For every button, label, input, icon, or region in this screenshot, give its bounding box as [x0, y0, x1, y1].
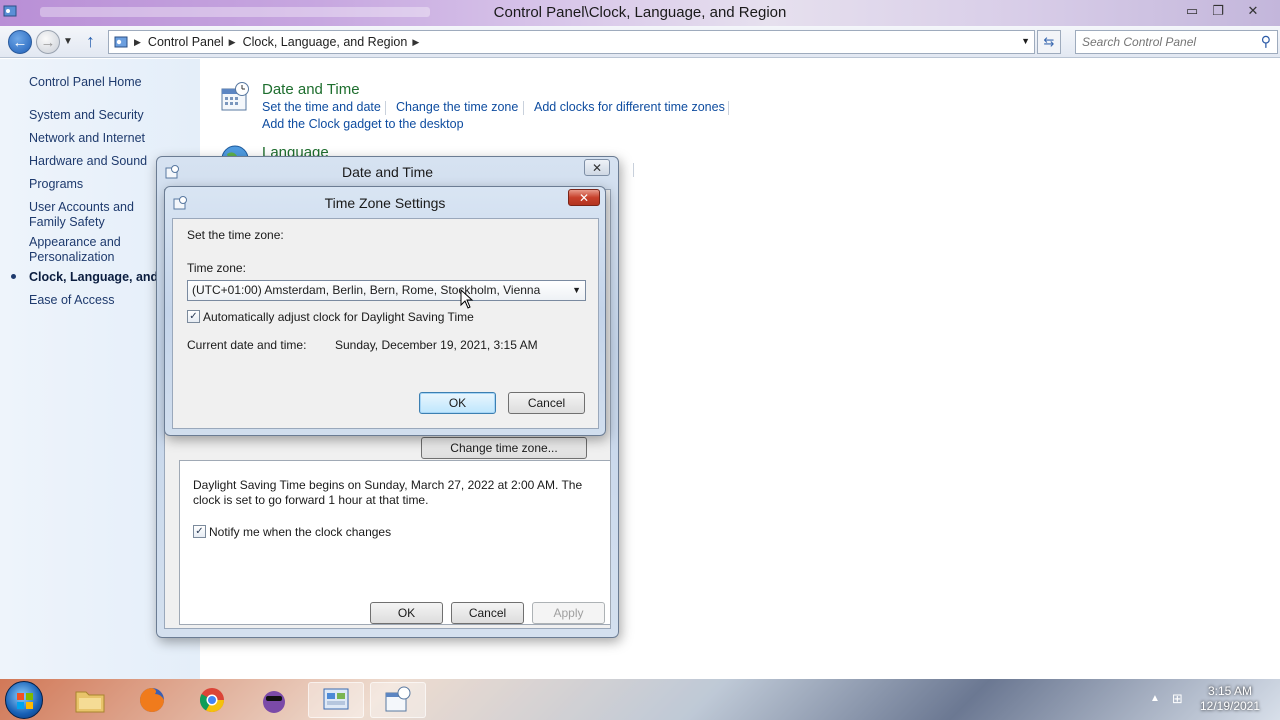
task-change-time-zone[interactable]: Change the time zone	[396, 100, 518, 114]
time-zone-dialog-title: Time Zone Settings	[324, 195, 446, 211]
show-hidden-icons[interactable]: ▲	[1150, 693, 1160, 704]
chrome-icon	[199, 688, 224, 713]
network-icon[interactable]: ⊞	[1172, 691, 1183, 707]
window-title-bar: Control Panel\Clock, Language, and Regio…	[0, 0, 1280, 26]
task-divider	[728, 101, 729, 115]
time-zone-settings-dialog: Time Zone Settings ✕ Set the time zone: …	[164, 186, 606, 436]
breadcrumb-clock-language-region[interactable]: Clock, Language, and Region	[243, 35, 408, 49]
calendar-clock-icon	[221, 82, 249, 111]
back-button[interactable]: ←	[8, 30, 32, 54]
recent-pages-dropdown[interactable]: ▼	[63, 36, 73, 47]
folder-icon	[75, 691, 105, 713]
windows-logo-icon	[17, 693, 33, 709]
auto-dst-checkbox[interactable]: ✓	[187, 310, 200, 323]
current-category-bullet	[11, 274, 16, 279]
time-zone-label: Time zone:	[187, 261, 246, 275]
taskbar-time: 3:15 AM	[1207, 684, 1253, 698]
nav-clock-language-region[interactable]: Clock, Language, and Region	[29, 270, 164, 285]
notify-checkbox[interactable]: ✓	[193, 525, 206, 538]
task-add-clock-gadget[interactable]: Add the Clock gadget to the desktop	[262, 117, 464, 131]
taskbar-date-time[interactable]	[370, 682, 426, 718]
current-date-time-label: Current date and time:	[187, 338, 307, 352]
nav-control-panel-home[interactable]: Control Panel Home	[29, 75, 199, 90]
search-box[interactable]: ⚲	[1075, 30, 1278, 54]
up-arrow-icon[interactable]: ↑	[86, 31, 95, 52]
auto-dst-label[interactable]: Automatically adjust clock for Daylight …	[203, 310, 474, 324]
chevron-right-icon[interactable]: ▶	[412, 37, 419, 48]
current-date-time-value: Sunday, December 19, 2021, 3:15 AM	[335, 338, 538, 352]
dt-cancel-button[interactable]: Cancel	[451, 602, 524, 624]
refresh-icon: ⇆	[1043, 34, 1055, 49]
mouse-cursor-icon	[460, 289, 474, 309]
taskbar-firefox[interactable]	[124, 682, 180, 718]
purple-gorilla-icon	[263, 691, 285, 713]
date-time-close-button[interactable]: ✕	[584, 159, 610, 176]
dst-info-text-line2: clock is set to go forward 1 hour at tha…	[193, 493, 429, 507]
control-panel-icon	[114, 36, 128, 48]
dt-apply-button[interactable]: Apply	[532, 602, 605, 624]
nav-appearance[interactable]: Appearance and Personalization	[29, 235, 139, 265]
search-icon[interactable]: ⚲	[1261, 33, 1271, 50]
close-window-button[interactable]: ✕	[1240, 1, 1266, 21]
time-zone-dialog-body: Set the time zone: Time zone: (UTC+01:00…	[172, 218, 599, 429]
taskbar-clock[interactable]: 3:15 AM 12/19/2021	[1190, 684, 1270, 714]
chevron-down-icon[interactable]: ▼	[572, 281, 581, 300]
time-zone-dropdown[interactable]: (UTC+01:00) Amsterdam, Berlin, Bern, Rom…	[187, 280, 586, 301]
task-divider	[385, 101, 386, 115]
taskbar-explorer[interactable]	[62, 682, 118, 718]
dt-ok-button[interactable]: OK	[370, 602, 443, 624]
dst-info-text-line1: Daylight Saving Time begins on Sunday, M…	[193, 478, 583, 492]
tz-cancel-button[interactable]: Cancel	[508, 392, 585, 414]
nav-user-accounts[interactable]: User Accounts and Family Safety	[29, 200, 164, 230]
change-time-zone-button[interactable]: Change time zone...	[421, 437, 587, 459]
control-panel-icon	[323, 688, 349, 710]
nav-system-security[interactable]: System and Security	[29, 108, 199, 123]
task-divider	[523, 101, 524, 115]
chevron-right-icon[interactable]: ▶	[134, 37, 141, 48]
taskbar-date: 12/19/2021	[1199, 699, 1261, 713]
search-input[interactable]	[1076, 31, 1246, 53]
notify-label[interactable]: Notify me when the clock changes	[209, 525, 391, 539]
chevron-right-icon[interactable]: ▶	[229, 37, 236, 48]
nav-network-internet[interactable]: Network and Internet	[29, 131, 199, 146]
restore-button[interactable]: ❐	[1205, 1, 1231, 21]
task-add-clocks[interactable]: Add clocks for different time zones	[534, 100, 725, 114]
set-time-zone-label: Set the time zone:	[187, 228, 284, 242]
minimize-button[interactable]: ▭	[1179, 1, 1205, 21]
time-zone-close-button[interactable]: ✕	[568, 189, 600, 206]
window-title: Control Panel\Clock, Language, and Regio…	[493, 4, 787, 21]
close-icon: ✕	[578, 190, 590, 205]
date-time-dialog-title: Date and Time	[341, 164, 434, 180]
back-arrow-icon: ←	[12, 33, 28, 51]
refresh-button[interactable]: ⇆	[1037, 30, 1061, 54]
taskbar-control-panel[interactable]	[308, 682, 364, 718]
task-set-time-date[interactable]: Set the time and date	[262, 100, 381, 114]
taskbar-chrome[interactable]	[184, 682, 240, 718]
chevron-down-icon[interactable]: ▼	[1021, 36, 1030, 46]
address-bar: ← → ▼ ↑ ▶ Control Panel ▶ Clock, Languag…	[0, 26, 1280, 58]
category-date-time-title[interactable]: Date and Time	[262, 81, 360, 98]
taskbar-app-purple[interactable]	[246, 682, 302, 718]
close-icon: ✕	[591, 160, 603, 175]
tz-ok-button[interactable]: OK	[419, 392, 496, 414]
task-divider	[633, 163, 634, 177]
forward-button[interactable]: →	[36, 30, 60, 54]
time-zone-selected-value: (UTC+01:00) Amsterdam, Berlin, Bern, Rom…	[192, 283, 541, 297]
breadcrumb-control-panel[interactable]: Control Panel	[148, 35, 224, 49]
taskbar: ▲ ⊞ 3:15 AM 12/19/2021	[0, 679, 1280, 720]
breadcrumb[interactable]: ▶ Control Panel ▶ Clock, Language, and R…	[108, 30, 1035, 54]
forward-arrow-icon: →	[40, 33, 56, 51]
start-button[interactable]	[5, 681, 43, 719]
calendar-clock-icon	[385, 686, 411, 712]
firefox-icon	[140, 688, 164, 712]
